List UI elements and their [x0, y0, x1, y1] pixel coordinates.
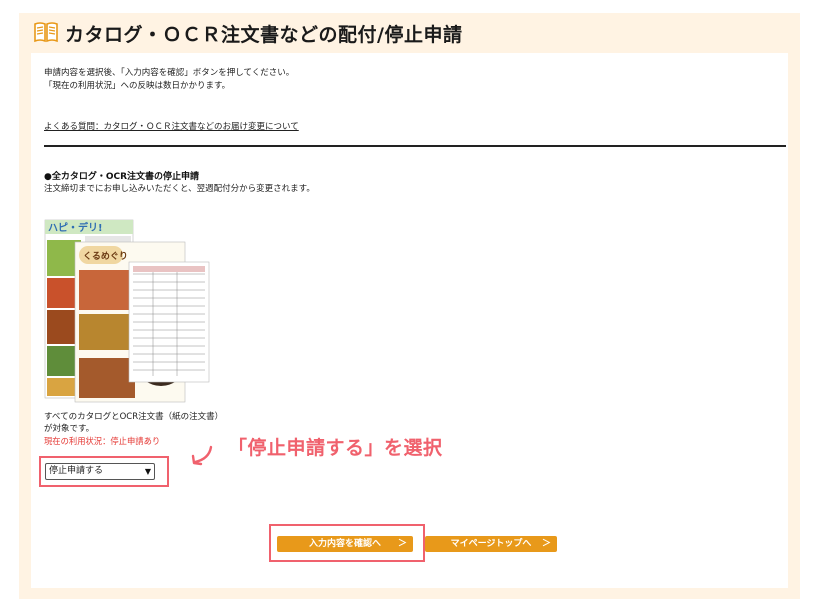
page-title: カタログ・ＯＣＲ注文書などの配付/停止申請: [65, 24, 463, 46]
confirm-button[interactable]: 入力内容を確認へ ＞: [277, 536, 413, 552]
status-text: 現在の利用状況：停止申請あり: [44, 436, 161, 446]
confirm-button-label: 入力内容を確認へ: [308, 539, 381, 549]
select-highlight: 停止申請する ▼: [39, 456, 169, 487]
intro-line-2: 「現在の利用状況」への反映は数日かかります。: [44, 81, 231, 91]
section-description: 注文締切までにお申し込みいただくと、翌週配付分から変更されます。: [44, 184, 315, 194]
catalog-label-hapideri: ハピ・デリ!: [48, 221, 103, 234]
callout-arrow-icon: [191, 445, 213, 466]
mypage-button-label: マイページトップへ: [450, 539, 532, 549]
divider: [44, 145, 786, 147]
title-bar: カタログ・ＯＣＲ注文書などの配付/停止申請: [19, 13, 800, 53]
content-panel: 申請内容を選択後、「入力内容を確認」ボタンを押してください。 「現在の利用状況」…: [31, 53, 788, 588]
faq-link[interactable]: よくある質問：カタログ・ＯＣＲ注文書などのお届け変更について: [44, 120, 299, 132]
mypage-button[interactable]: マイページトップへ ＞: [425, 536, 557, 552]
chevron-right-icon: ＞: [541, 539, 551, 549]
catalog-book-icon: [34, 22, 58, 43]
catalog-image: ハピ・デリ! くるめぐり: [44, 219, 210, 403]
intro-line-1: 申請内容を選択後、「入力内容を確認」ボタンを押してください。: [44, 68, 295, 78]
page-frame: カタログ・ＯＣＲ注文書などの配付/停止申請 申請内容を選択後、「入力内容を確認」…: [19, 13, 800, 599]
stop-request-select[interactable]: 停止申請する ▼: [45, 463, 155, 480]
chevron-right-icon: ＞: [397, 539, 407, 549]
target-text: すべてのカタログとOCR注文書（紙の注文書）が対象です。: [44, 412, 224, 434]
intro-text: 申請内容を選択後、「入力内容を確認」ボタンを押してください。 「現在の利用状況」…: [44, 67, 294, 93]
section-title: ●全カタログ・OCR注文書の停止申請: [44, 172, 200, 182]
chevron-down-icon: ▼: [144, 467, 151, 476]
callout-text: 「停止申請する」を選択: [228, 437, 443, 459]
select-value: 停止申請する: [49, 466, 104, 476]
catalog-label-kurumeguri: くるめぐり: [83, 251, 128, 262]
